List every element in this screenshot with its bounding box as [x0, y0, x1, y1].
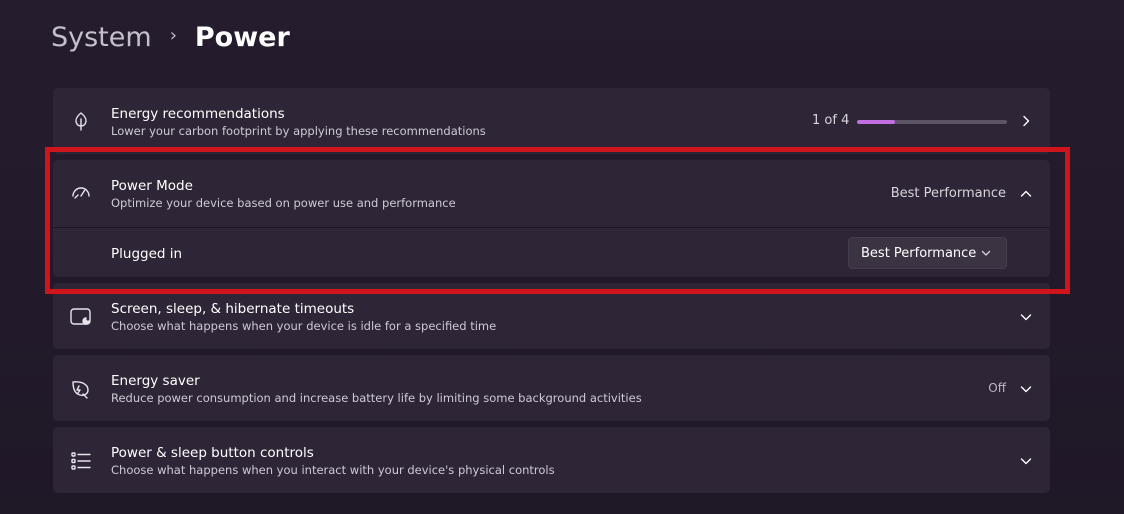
energy-saver-texts: Energy saver Reduce power consumption an…	[111, 372, 642, 406]
energy-saver-description: Reduce power consumption and increase ba…	[111, 391, 642, 405]
energy-saver-icon	[69, 377, 93, 401]
power-buttons-texts: Power & sleep button controls Choose wha…	[111, 444, 555, 478]
gauge-icon	[69, 181, 93, 205]
screen-sleep-card[interactable]: Screen, sleep, & hibernate timeouts Choo…	[53, 283, 1050, 349]
screen-sleep-texts: Screen, sleep, & hibernate timeouts Choo…	[111, 300, 496, 334]
chevron-down-icon[interactable]	[1018, 453, 1034, 469]
plugged-in-dropdown[interactable]: Best Performance	[848, 237, 1007, 269]
power-mode-title: Power Mode	[111, 178, 193, 194]
power-buttons-title: Power & sleep button controls	[111, 445, 314, 461]
screen-sleep-icon	[69, 305, 93, 329]
energy-saver-card[interactable]: Energy saver Reduce power consumption an…	[53, 355, 1050, 421]
chevron-down-icon[interactable]	[1018, 381, 1034, 397]
recommendations-progress-bar	[857, 120, 1007, 124]
plugged-in-label: Plugged in	[111, 246, 183, 262]
page-title: Power	[194, 22, 290, 53]
recommendations-progress-text: 1 of 4	[812, 113, 850, 128]
energy-saver-status: Off	[988, 381, 1006, 395]
list-icon	[69, 449, 93, 473]
power-mode-texts: Power Mode Optimize your device based on…	[111, 177, 456, 211]
energy-saver-title: Energy saver	[111, 373, 200, 389]
power-buttons-description: Choose what happens when you interact wi…	[111, 463, 555, 477]
screen-sleep-title: Screen, sleep, & hibernate timeouts	[111, 301, 355, 317]
energy-recommendations-texts: Energy recommendations Lower your carbon…	[111, 105, 486, 139]
recommendations-progress-fill	[857, 120, 895, 124]
breadcrumb-separator: ›	[169, 25, 177, 46]
energy-recommendations-description: Lower your carbon footprint by applying …	[111, 124, 486, 138]
power-mode-value: Best Performance	[890, 186, 1006, 201]
plugged-in-dropdown-value: Best Performance	[861, 245, 977, 261]
leaf-icon	[69, 109, 93, 133]
chevron-up-icon[interactable]	[1018, 186, 1034, 202]
chevron-down-icon[interactable]	[1018, 309, 1034, 325]
chevron-down-icon	[980, 247, 992, 263]
power-mode-description: Optimize your device based on power use …	[111, 196, 456, 210]
power-buttons-card[interactable]: Power & sleep button controls Choose wha…	[53, 427, 1050, 493]
screen-sleep-description: Choose what happens when your device is …	[111, 319, 497, 333]
breadcrumb: System › Power	[51, 18, 290, 58]
chevron-right-icon[interactable]	[1018, 113, 1034, 129]
power-mode-header[interactable]: Power Mode Optimize your device based on…	[53, 160, 1050, 227]
energy-recommendations-card[interactable]: Energy recommendations Lower your carbon…	[53, 88, 1050, 154]
power-mode-card: Power Mode Optimize your device based on…	[53, 160, 1050, 277]
energy-recommendations-title: Energy recommendations	[111, 106, 285, 122]
breadcrumb-system[interactable]: System	[51, 18, 152, 58]
